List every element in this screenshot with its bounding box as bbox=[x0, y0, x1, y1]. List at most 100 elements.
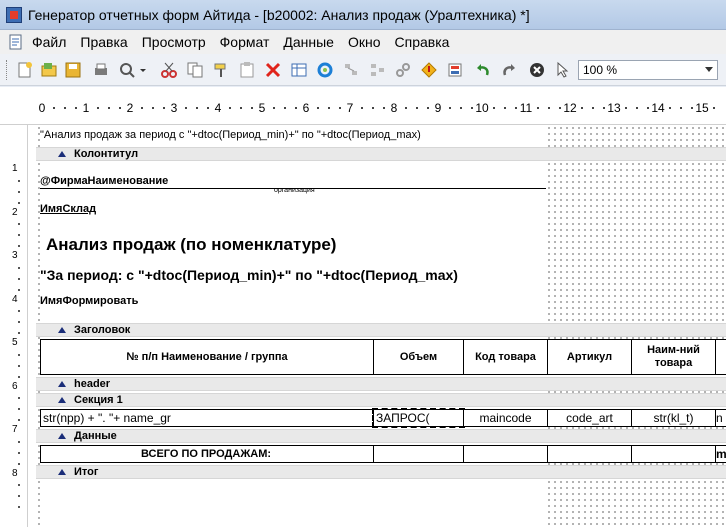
report-title[interactable]: Анализ продаж (по номенклатуре) bbox=[46, 235, 337, 255]
cell-name-formula[interactable]: str(npp) + ". "+ name_gr bbox=[40, 409, 374, 427]
band-zagolovok[interactable]: Заголовок bbox=[36, 323, 726, 337]
ruler-h-label: 5 bbox=[258, 101, 266, 115]
ruler-v-label: 2 bbox=[12, 206, 18, 218]
ruler-v-dot bbox=[18, 245, 20, 248]
band-data[interactable]: Данные bbox=[36, 429, 726, 443]
menu-edit[interactable]: Правка bbox=[80, 34, 127, 50]
band-section-1[interactable]: Секция 1 bbox=[36, 393, 726, 407]
col-header-extra[interactable] bbox=[715, 339, 726, 375]
undo-icon[interactable] bbox=[474, 61, 492, 79]
ruler-h-dot bbox=[592, 107, 594, 109]
collapse-triangle-icon[interactable] bbox=[58, 327, 66, 333]
menu-help[interactable]: Справка bbox=[395, 34, 450, 50]
app-icon bbox=[6, 7, 22, 23]
zoom-select[interactable]: 100 % bbox=[578, 60, 718, 80]
ruler-h-dot bbox=[284, 107, 286, 109]
chevron-down-icon[interactable] bbox=[138, 61, 148, 79]
copy-icon[interactable] bbox=[186, 61, 204, 79]
cut-icon[interactable] bbox=[160, 61, 178, 79]
delete-icon[interactable] bbox=[264, 61, 282, 79]
cell-total-label[interactable]: ВСЕГО ПО ПРОДАЖАМ: bbox=[40, 445, 374, 463]
horizontal-ruler: 0 1 2 3 4 5 6 7 8 9 10 11 12 13 14 15 bbox=[0, 87, 726, 125]
toolbar-grip[interactable] bbox=[6, 60, 9, 80]
col-header-code[interactable]: Код товара bbox=[463, 339, 548, 375]
open-icon[interactable] bbox=[40, 61, 58, 79]
paste-icon[interactable] bbox=[238, 61, 256, 79]
ruler-h-dot bbox=[141, 107, 143, 109]
collapse-triangle-icon[interactable] bbox=[58, 469, 66, 475]
refresh-icon[interactable] bbox=[316, 61, 334, 79]
cell-total-article[interactable] bbox=[547, 445, 632, 463]
period-formula[interactable]: "За период: с "+dtoc(Период_min)+" по "+… bbox=[40, 267, 458, 283]
group-icon[interactable] bbox=[368, 61, 386, 79]
structure-icon[interactable] bbox=[342, 61, 360, 79]
ruler-h-dot bbox=[537, 107, 539, 109]
ruler-h-label: 10 bbox=[475, 101, 489, 115]
collapse-triangle-icon[interactable] bbox=[58, 433, 66, 439]
ruler-v-label: 7 bbox=[12, 424, 18, 435]
window-title: Генератор отчетных форм Айтида - [b20002… bbox=[28, 7, 530, 23]
collapse-triangle-icon[interactable] bbox=[58, 397, 66, 403]
firm-name-field[interactable]: @ФирмаНаименование bbox=[40, 175, 168, 187]
ruler-h-label: 3 bbox=[170, 101, 178, 115]
pointer-icon[interactable] bbox=[554, 61, 572, 79]
document-icon[interactable] bbox=[8, 34, 24, 50]
ruler-v-dot bbox=[18, 288, 20, 291]
redo-icon[interactable] bbox=[500, 61, 518, 79]
cell-total-volume[interactable] bbox=[373, 445, 464, 463]
ruler-h-dot bbox=[108, 107, 110, 109]
cell-total-extra[interactable]: m bbox=[715, 445, 726, 463]
ruler-h-dot bbox=[647, 107, 649, 109]
band-kolontitul[interactable]: Колонтитул bbox=[36, 147, 726, 161]
ruler-v-dot bbox=[18, 332, 20, 335]
ruler-h-dot bbox=[515, 107, 517, 109]
warehouse-field[interactable]: ИмяСклад bbox=[40, 203, 96, 215]
ruler-h-dot bbox=[339, 107, 341, 109]
table-icon[interactable] bbox=[290, 61, 308, 79]
collapse-triangle-icon[interactable] bbox=[58, 151, 66, 157]
cell-total-product[interactable] bbox=[631, 445, 716, 463]
cell-maincode[interactable]: maincode bbox=[463, 409, 548, 427]
ruler-h-dot bbox=[383, 107, 385, 109]
ruler-h-label: 7 bbox=[346, 101, 354, 115]
band-header[interactable]: header bbox=[36, 377, 726, 391]
band-itog[interactable]: Итог bbox=[36, 465, 726, 479]
ruler-h-label: 4 bbox=[214, 101, 222, 115]
menu-view[interactable]: Просмотр bbox=[142, 34, 206, 50]
col-header-product[interactable]: Наим-ний товара bbox=[631, 339, 716, 375]
menu-file[interactable]: Файл bbox=[32, 34, 66, 50]
menu-window[interactable]: Окно bbox=[348, 34, 381, 50]
save-icon[interactable] bbox=[64, 61, 82, 79]
link-icon[interactable] bbox=[394, 61, 412, 79]
col-header-article[interactable]: Артикул bbox=[547, 339, 632, 375]
collapse-triangle-icon[interactable] bbox=[58, 381, 66, 387]
ruler-h-dot bbox=[229, 107, 231, 109]
ruler-h-dot bbox=[669, 107, 671, 109]
col-header-name[interactable]: № п/п Наименование / группа bbox=[40, 339, 374, 375]
report-canvas[interactable]: "Анализ продаж за период с "+dtoc(Период… bbox=[36, 125, 726, 527]
band-label: Данные bbox=[74, 430, 117, 442]
print-preview-icon[interactable] bbox=[118, 61, 136, 79]
ruler-h-label: 14 bbox=[651, 101, 665, 115]
menu-format[interactable]: Формат bbox=[220, 34, 270, 50]
menu-data[interactable]: Данные bbox=[283, 34, 334, 50]
ruler-v-label: 6 bbox=[12, 380, 18, 392]
formed-by-field[interactable]: ИмяФормировать bbox=[40, 295, 138, 307]
ruler-v-dot bbox=[18, 310, 20, 313]
run-icon[interactable] bbox=[420, 61, 438, 79]
cell-code-art[interactable]: code_art bbox=[547, 409, 632, 427]
header-formula[interactable]: "Анализ продаж за период с "+dtoc(Период… bbox=[40, 129, 421, 141]
cell-total-code[interactable] bbox=[463, 445, 548, 463]
format-brush-icon[interactable] bbox=[212, 61, 230, 79]
cell-kl-t[interactable]: str(kl_t) bbox=[631, 409, 716, 427]
col-header-volume[interactable]: Объем bbox=[373, 339, 464, 375]
new-document-icon[interactable] bbox=[16, 61, 34, 79]
ruler-h-dot bbox=[405, 107, 407, 109]
cell-extra[interactable]: n bbox=[715, 409, 726, 427]
zoom-value: 100 % bbox=[583, 63, 618, 77]
close-icon[interactable] bbox=[528, 61, 546, 79]
report-icon[interactable] bbox=[446, 61, 464, 79]
ruler-h-dot bbox=[185, 107, 187, 109]
print-icon[interactable] bbox=[92, 61, 110, 79]
cell-volume-formula[interactable]: ЗАПРОС( bbox=[372, 408, 465, 428]
